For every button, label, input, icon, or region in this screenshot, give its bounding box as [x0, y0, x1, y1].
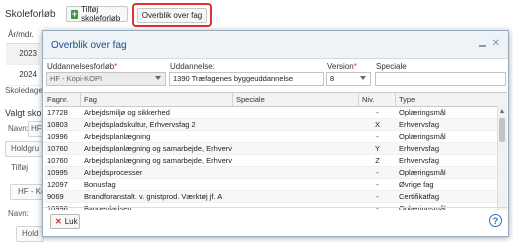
- speciale-label: Speciale: [376, 62, 407, 71]
- version-label: Version*: [327, 62, 357, 71]
- uddannelse-label: Uddannelse:: [170, 62, 215, 71]
- table-row[interactable]: 17728 Arbejdsmiljø og sikkerhed - Oplærings…: [44, 107, 507, 119]
- dialog-header: Overblik over fag ✕: [43, 31, 508, 59]
- table-row[interactable]: 10995 Arbejdsprocesser - Oplæringsmål: [44, 167, 507, 179]
- grid-header: Fagnr. Fag Speciale Niv. Type: [44, 93, 507, 107]
- page-title: Skoleforløb: [5, 9, 56, 20]
- subjects-grid: Fagnr. Fag Speciale Niv. Type 17728 Arbej…: [44, 92, 507, 210]
- navn-label-2: Navn:: [8, 209, 29, 218]
- cell-type: Oplæringsmål: [399, 132, 446, 141]
- cell-fag: Arbejdsprocesser: [84, 168, 143, 177]
- cell-type: Certifikatfag: [399, 192, 440, 201]
- cell-speciale: [233, 131, 359, 142]
- close-button-label: Luk: [64, 217, 78, 226]
- cell-type: Erhvervsfag: [399, 144, 440, 153]
- table-row[interactable]: 10760 Arbejdsplanlægning og samarbejde, E…: [44, 155, 507, 167]
- cell-fagnr: 9069: [47, 192, 64, 201]
- background-table: År/mdr. 2023 2024: [6, 27, 40, 86]
- navn-label: Navn:: [8, 124, 29, 133]
- cell-type: Øvrige fag: [399, 180, 434, 189]
- cell-type: Erhvervsfag: [399, 156, 440, 165]
- cell-fagnr: 10996: [47, 132, 68, 141]
- cell-speciale: [233, 167, 359, 178]
- version-select[interactable]: 8: [326, 72, 371, 86]
- plus-icon: +: [71, 8, 79, 19]
- cell-speciale: [233, 155, 359, 166]
- cell-speciale: [233, 191, 359, 202]
- cell-fagnr: 17728: [47, 108, 68, 117]
- overview-subjects-button[interactable]: Overblik over fag: [136, 7, 208, 23]
- uddannelse-value: 1390 Træfagenes byggeuddannelse: [173, 74, 294, 83]
- dialog-footer: ✕ Luk ?: [43, 207, 508, 236]
- column-header-fagnr[interactable]: Fagnr.: [44, 93, 81, 106]
- help-icon[interactable]: ?: [489, 214, 502, 227]
- tilfoj-label[interactable]: Tilføj: [11, 163, 28, 172]
- close-x-icon: ✕: [55, 217, 62, 226]
- chevron-down-icon: [360, 76, 366, 80]
- cell-niv: -: [376, 192, 379, 201]
- cell-fag: Arbejdsplanlægning og samarbejde, Erhver…: [84, 156, 233, 165]
- table-row[interactable]: 10996 Arbejdsplanlægning - Oplæringsmål: [44, 131, 507, 143]
- column-header-niv[interactable]: Niv.: [359, 93, 396, 106]
- cell-fag: Arbejdsplanlægning og samarbejde, Erhver…: [84, 144, 233, 153]
- cell-speciale: [233, 107, 359, 118]
- cell-niv: Z: [375, 156, 380, 165]
- table-row[interactable]: 9069 Brandforanstalt. v. gnistprod. Værkt…: [44, 191, 507, 203]
- column-header-type[interactable]: Type: [396, 93, 498, 106]
- uddannelse-field[interactable]: 1390 Træfagenes byggeuddannelse: [169, 72, 324, 86]
- uddannelsesforlob-value: HF - Kopi-KOPI: [50, 74, 103, 83]
- cell-type: Oplæringsmål: [399, 108, 446, 117]
- cell-niv: -: [376, 168, 379, 177]
- cell-fagnr: 10760: [47, 156, 68, 165]
- cell-speciale: [233, 119, 359, 130]
- grid-body: 17728 Arbejdsmiljø og sikkerhed - Oplærings…: [44, 107, 507, 210]
- table-row[interactable]: 12097 Bonusfag - Øvrige fag: [44, 179, 507, 191]
- hold-label: Hold: [22, 229, 39, 238]
- cell-fag: Brandforanstalt. v. gnistprod. Værktøj j…: [84, 192, 223, 201]
- scroll-thumb[interactable]: [499, 118, 505, 142]
- close-button[interactable]: ✕ Luk: [50, 214, 80, 229]
- column-header-speciale[interactable]: Speciale: [233, 93, 359, 106]
- cell-niv: -: [376, 180, 379, 189]
- cell-fagnr: 12097: [47, 180, 68, 189]
- uddannelsesforlob-label: Uddannelsesforløb*: [47, 62, 118, 71]
- table-row[interactable]: 2023: [6, 44, 40, 65]
- table-row[interactable]: 10803 Arbejdspladskultur, Erhvervsfag 2 X E…: [44, 119, 507, 131]
- table-header: År/mdr.: [6, 27, 40, 44]
- overview-subjects-button-highlight[interactable]: Overblik over fag: [132, 3, 212, 27]
- add-skoleforlob-label: Tilføj skoleforløb: [81, 5, 121, 23]
- cell-fagnr: 10995: [47, 168, 68, 177]
- skoledage-label: Skoledage: [5, 86, 43, 95]
- table-row[interactable]: 10760 Arbejdsplanlægning og samarbejde, E…: [44, 143, 507, 155]
- cell-niv: X: [374, 120, 380, 129]
- overview-subjects-dialog: Overblik over fag ✕ Uddannelsesforløb* H…: [42, 30, 509, 237]
- column-header-fag[interactable]: Fag: [81, 93, 233, 106]
- cell-fag: Bonusfag: [84, 180, 116, 189]
- cell-niv: -: [376, 132, 379, 141]
- cell-fagnr: 10803: [47, 120, 68, 129]
- cell-fag: Arbejdspladskultur, Erhvervsfag 2: [84, 120, 196, 129]
- close-icon[interactable]: ✕: [492, 39, 500, 49]
- cell-niv: Y: [374, 144, 380, 153]
- cell-fagnr: 10760: [47, 144, 68, 153]
- add-skoleforlob-button[interactable]: + Tilføj skoleforløb: [66, 5, 128, 23]
- grid-scrollbar[interactable]: [497, 106, 507, 210]
- cell-type: Erhvervsfag: [399, 120, 440, 129]
- scroll-up-icon[interactable]: [500, 109, 504, 113]
- navn-value: HF: [31, 124, 42, 133]
- uddannelsesforlob-select[interactable]: HF - Kopi-KOPI: [46, 72, 166, 86]
- minimize-icon[interactable]: [479, 45, 486, 47]
- cell-fag: Arbejdsmiljø og sikkerhed: [84, 108, 170, 117]
- cell-fag: Arbejdsplanlægning: [84, 132, 151, 141]
- table-row[interactable]: 2024: [6, 65, 40, 86]
- cell-speciale: [233, 179, 359, 190]
- speciale-field[interactable]: [375, 72, 506, 86]
- cell-type: Oplæringsmål: [399, 168, 446, 177]
- dialog-title: Overblik over fag: [51, 40, 127, 51]
- version-value: 8: [330, 74, 335, 83]
- cell-speciale: [233, 143, 359, 154]
- chevron-down-icon: [155, 76, 161, 80]
- holdgruppe-label: Holdgru: [11, 144, 40, 153]
- cell-niv: -: [376, 108, 379, 117]
